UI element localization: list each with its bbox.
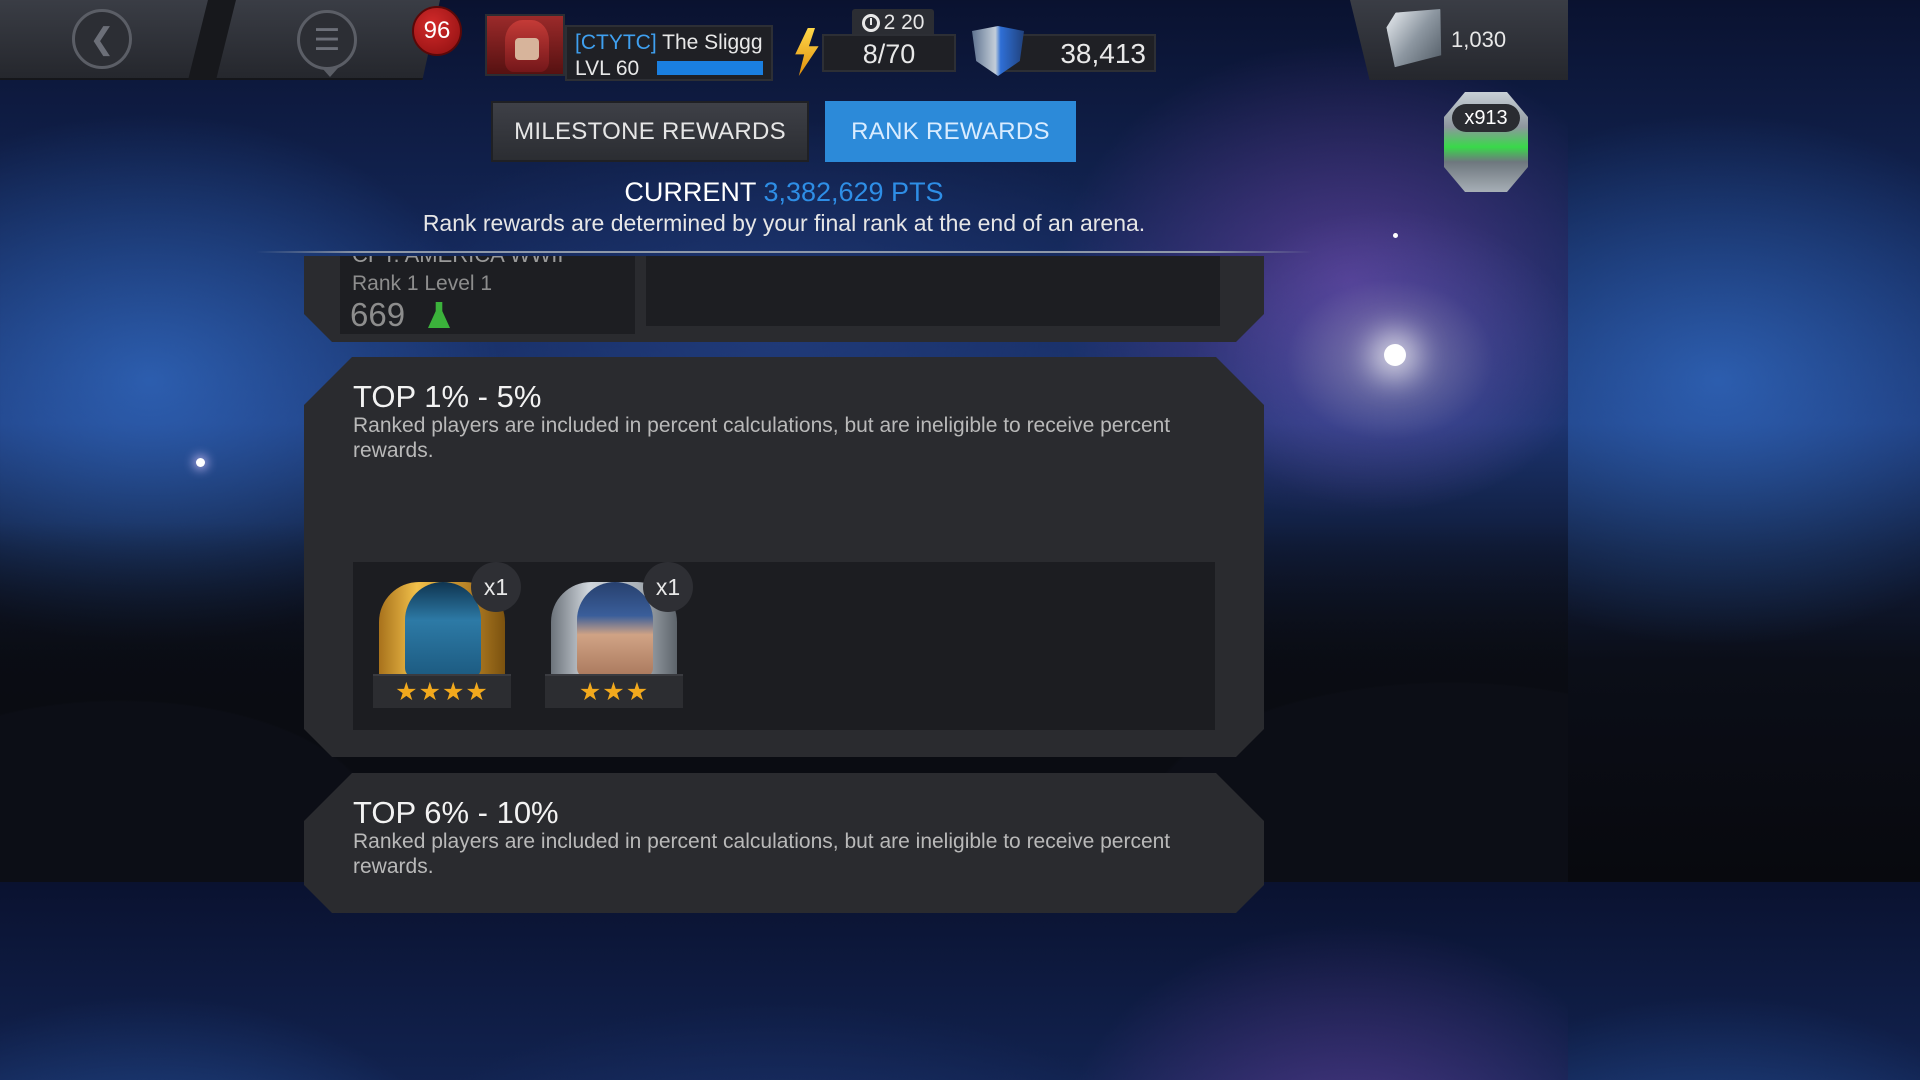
- stopwatch-icon: [861, 14, 880, 32]
- notification-badge[interactable]: 96: [412, 6, 462, 56]
- alliance-line: [CTYTC] The Sliggg: [575, 31, 763, 55]
- current-points: CURRENT 3,382,629 PTS: [0, 177, 1568, 208]
- xp-bar-fill: [657, 61, 763, 75]
- beast-portrait-icon: [405, 582, 481, 678]
- star-rating: ★★★: [545, 674, 683, 708]
- tier-description: Ranked players are included in percent c…: [353, 414, 1171, 462]
- captain-america-portrait-icon: [577, 582, 653, 678]
- current-label: CURRENT: [624, 177, 756, 207]
- reward-tier-panel-partial: CPT. AMERICA WWII Rank 1 Level 1 669: [304, 256, 1264, 342]
- reward-strip-empty: [646, 256, 1220, 326]
- flask-icon: [428, 302, 450, 328]
- tier-description: Ranked players are included in percent c…: [353, 830, 1171, 878]
- energy-counter[interactable]: 8/70: [822, 34, 956, 72]
- divider: [256, 251, 1312, 253]
- profile-info: [CTYTC] The Sliggg LVL 60: [565, 25, 773, 81]
- menu-button[interactable]: ☰: [297, 10, 357, 77]
- energy-timer-value: 2 20: [883, 11, 925, 34]
- energy-value: 8/70: [862, 39, 916, 69]
- player-level: LVL 60: [575, 57, 640, 80]
- avatar: [485, 14, 565, 76]
- reward-tier-panel: TOP 1% - 5% Ranked players are included …: [304, 357, 1264, 757]
- player-name: The Sliggg: [662, 31, 763, 54]
- tab-rank-rewards[interactable]: RANK REWARDS: [825, 101, 1076, 162]
- gold-value: 1,030: [1451, 27, 1507, 52]
- crystal-count: x913: [1452, 104, 1520, 132]
- tab-milestone-rewards[interactable]: MILESTONE REWARDS: [491, 101, 809, 162]
- quantity-badge: x1: [471, 562, 521, 612]
- energy-timer: 2 20: [852, 9, 934, 37]
- player-profile[interactable]: [CTYTC] The Sliggg LVL 60: [485, 14, 773, 81]
- star-rating: ★★★★: [373, 674, 511, 708]
- tier-title: TOP 1% - 5%: [353, 379, 542, 414]
- top-bar: ❮ ☰ 96 [CTYTC] The Sliggg LVL 60 2 20 8/…: [0, 0, 1568, 82]
- reward-card-value: 669: [350, 296, 406, 333]
- star-glow: [1384, 344, 1406, 366]
- back-button[interactable]: ❮: [72, 9, 132, 69]
- chevron-left-icon: ❮: [89, 22, 115, 56]
- units-counter[interactable]: 38,413: [1000, 34, 1156, 72]
- quantity-badge: x1: [643, 562, 693, 612]
- reward-tier-panel: TOP 6% - 10% Ranked players are included…: [304, 773, 1264, 913]
- alliance-tag: [CTYTC]: [575, 31, 657, 54]
- reward-card-subtitle: Rank 1 Level 1: [352, 272, 493, 295]
- reward-strip: ★★★★ x1 ★★★ x1: [353, 562, 1215, 730]
- tier-title: TOP 6% - 10%: [353, 795, 559, 830]
- units-value: 38,413: [1060, 38, 1146, 69]
- hamburger-icon: ☰: [313, 23, 341, 57]
- avatar-face: [515, 38, 539, 60]
- current-points-value: 3,382,629 PTS: [763, 177, 944, 207]
- reward-card-title: CPT. AMERICA WWII: [352, 242, 564, 267]
- lightning-bolt-icon: [795, 28, 819, 76]
- star: [196, 458, 205, 467]
- rank-rewards-note: Rank rewards are determined by your fina…: [422, 210, 1146, 236]
- reward-card[interactable]: CPT. AMERICA WWII Rank 1 Level 1 669: [340, 256, 635, 334]
- xp-bar: [657, 61, 763, 75]
